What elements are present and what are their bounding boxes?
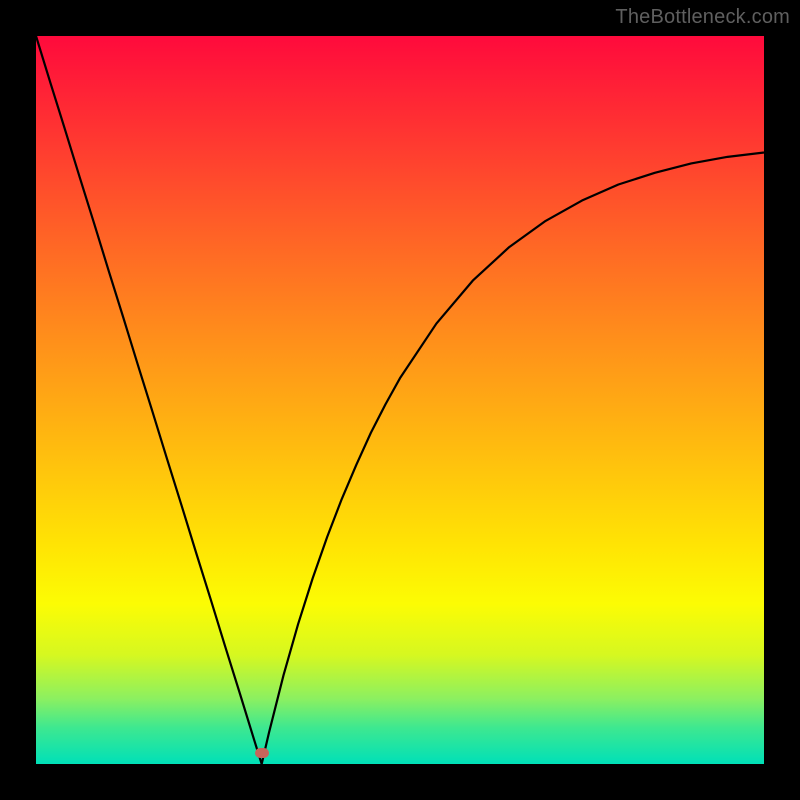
curve-svg [36,36,764,764]
chart-frame: TheBottleneck.com [0,0,800,800]
plot-area [36,36,764,764]
optimum-marker [255,748,269,758]
bottleneck-curve [36,36,764,764]
watermark-text: TheBottleneck.com [615,6,790,29]
